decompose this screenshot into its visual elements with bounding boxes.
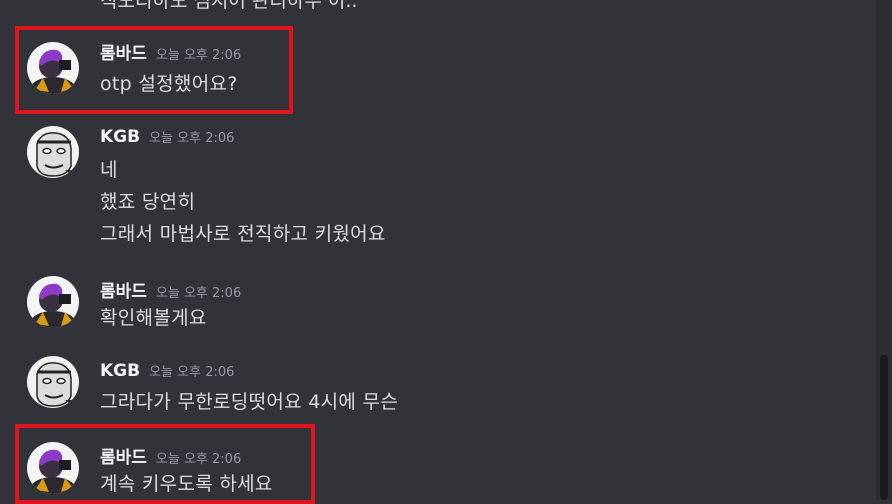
purple-hair-character-avatar-icon <box>27 276 79 328</box>
message-header: 롬바드 오늘 오후 2:06 <box>100 443 241 468</box>
message-group[interactable]: 롬바드 오늘 오후 2:06 otp 설정했어요? <box>0 36 876 108</box>
message-group[interactable]: 롬바드 오늘 오후 2:06 확인해볼게요 <box>0 270 876 336</box>
avatar[interactable] <box>27 442 79 494</box>
message-text: 그래서 마법사로 전직하고 키웠어요 <box>100 223 386 245</box>
author-name[interactable]: KGB <box>100 361 140 381</box>
message-text: 그라다가 무한로딩떳어요 4시에 무슨 <box>100 391 399 413</box>
timestamp: 오늘 오후 2:06 <box>149 131 235 146</box>
avatar[interactable] <box>27 42 79 94</box>
purple-hair-character-avatar-icon <box>27 42 79 94</box>
message-group[interactable]: KGB 오늘 오후 2:06 그라다가 무한로딩떳어요 4시에 무슨 <box>0 354 876 420</box>
message-group[interactable]: 롬바드 오늘 오후 2:06 계속 키우도록 하세요 <box>0 438 876 500</box>
author-name[interactable]: 롬바드 <box>100 44 147 64</box>
author-name[interactable]: 롬바드 <box>100 448 147 468</box>
message-group[interactable]: KGB 오늘 오후 2:06 네 했죠 당연히 그래서 마법사로 전직하고 키웠어… <box>0 120 876 250</box>
avatar[interactable] <box>27 276 79 328</box>
avatar[interactable] <box>27 126 79 178</box>
chat-messages-pane: 직도리하도 심지어 관리하두 이.. 롬바드오늘 오후 2:06 otp 설정했… <box>0 0 892 504</box>
timestamp: 오늘 오후 2:06 <box>155 452 242 467</box>
message-header: 롬바드 오늘 오후 2:06 <box>100 277 241 302</box>
author-name[interactable]: KGB <box>100 127 140 147</box>
message-text: 계속 키우도록 하세요 <box>100 473 273 495</box>
manga-face-avatar-icon <box>27 126 79 178</box>
manga-face-avatar-icon <box>27 356 79 408</box>
message-header: KGB 오늘 오후 2:06 <box>100 361 234 381</box>
purple-hair-character-avatar-icon <box>27 442 79 494</box>
author-name[interactable]: 롬바드 <box>100 282 147 302</box>
avatar[interactable] <box>27 356 79 408</box>
message-header: 롬바드 오늘 오후 2:06 <box>100 39 241 64</box>
message-header: KGB 오늘 오후 2:06 <box>100 127 234 147</box>
timestamp: 오늘 오후 2:06 <box>149 365 235 380</box>
message-text: 확인해볼게요 <box>100 307 207 329</box>
message-text: 했죠 당연히 <box>100 191 196 213</box>
scrollbar-track[interactable] <box>876 0 892 500</box>
scrollbar-thumb[interactable] <box>880 355 888 500</box>
message-text: 직도리하도 심지어 관리하두 이.. <box>100 0 357 10</box>
message-text: 네 <box>100 159 118 181</box>
timestamp: 오늘 오후 2:06 <box>155 286 242 301</box>
timestamp: 오늘 오후 2:06 <box>155 48 242 63</box>
previous-message-clipped: 직도리하도 심지어 관리하두 이.. <box>0 0 876 10</box>
message-text: otp 설정했어요? <box>100 73 238 95</box>
